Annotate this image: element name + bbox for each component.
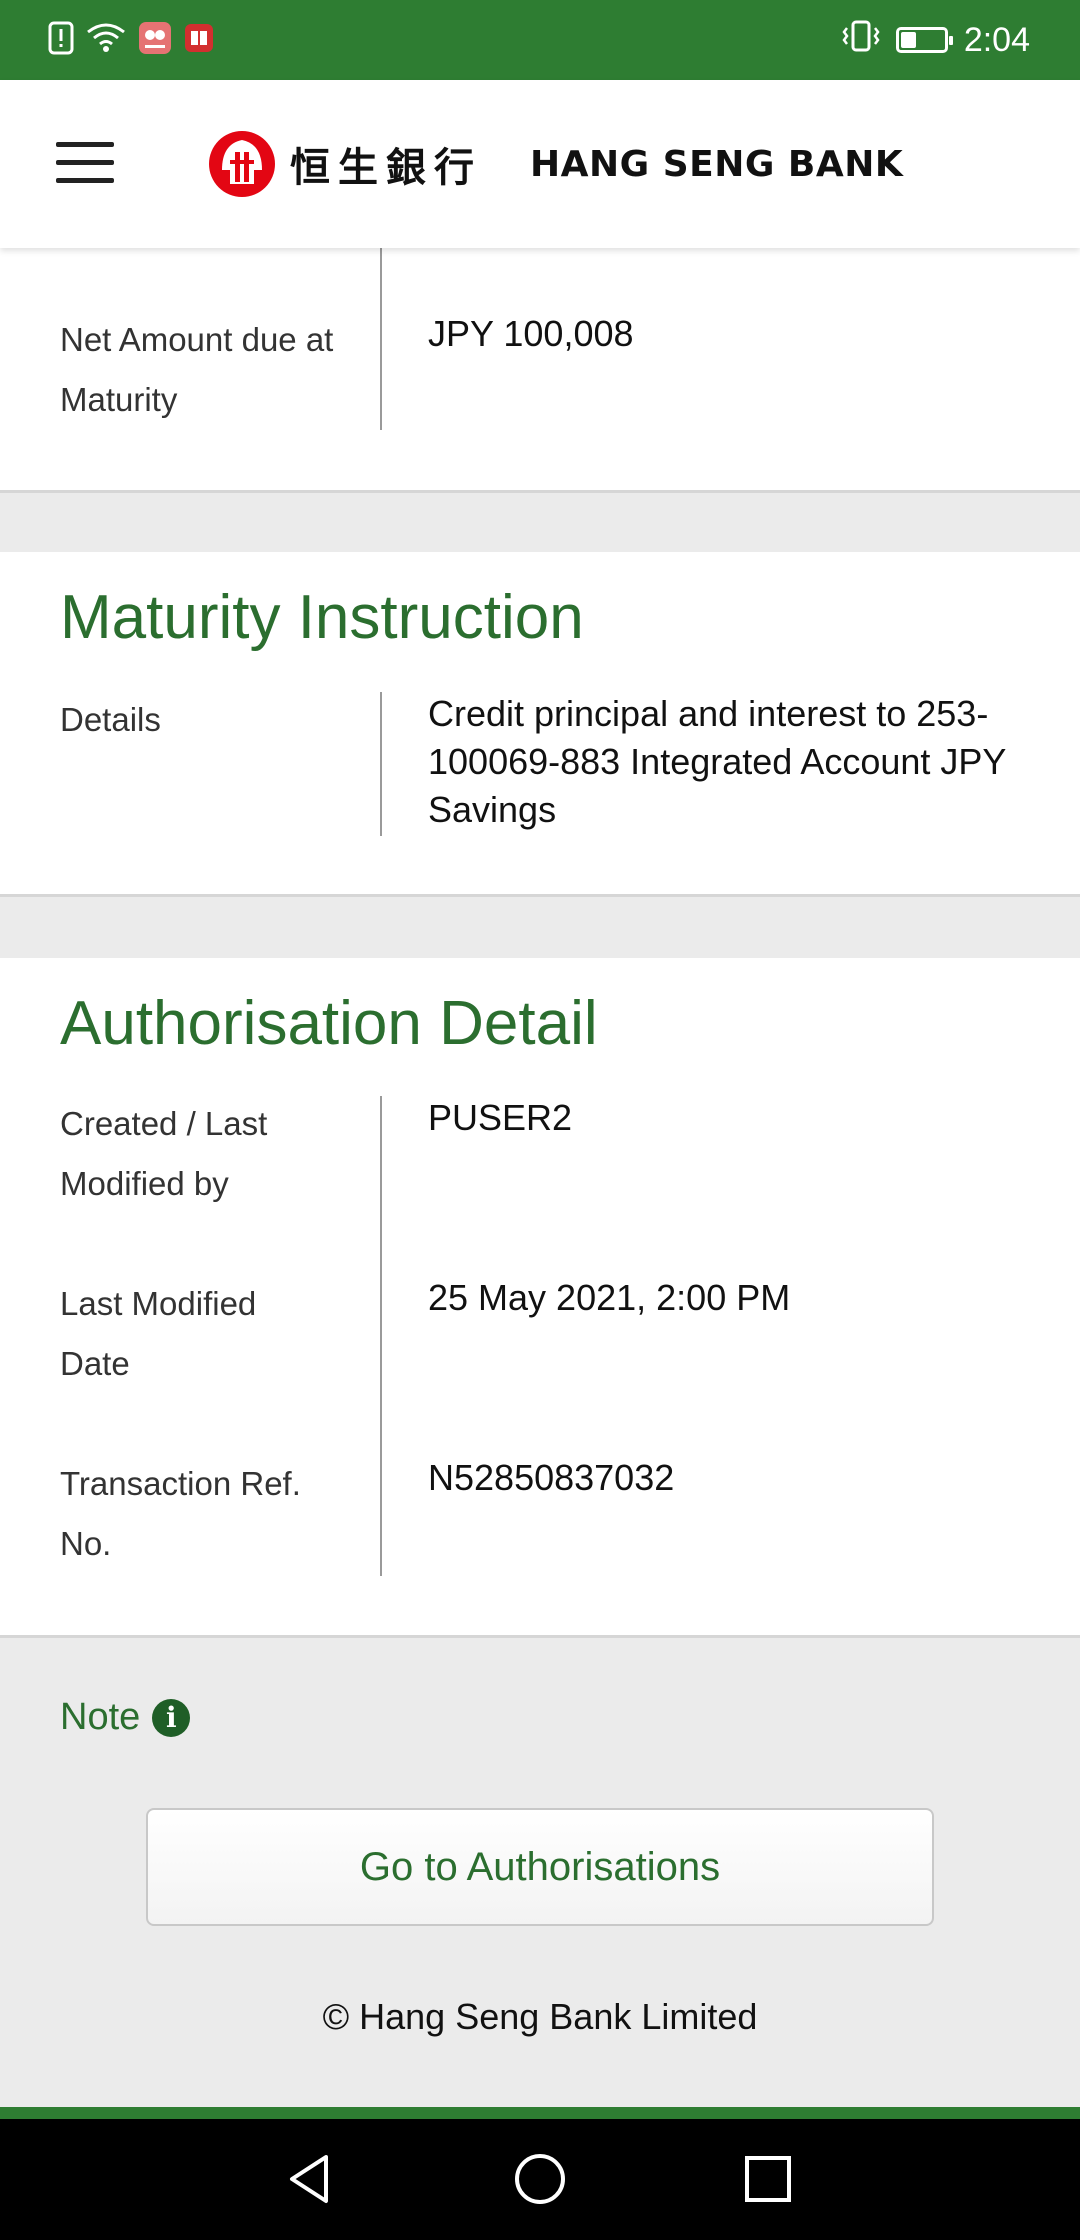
net-amount-value: JPY 100,008 (428, 313, 634, 354)
status-time: 2:04 (963, 20, 1030, 59)
status-bar: 2:04 (0, 0, 1080, 80)
auth-row-label: Last Modified Date (60, 1285, 257, 1382)
note-label: Note (60, 1696, 141, 1738)
column-divider (380, 692, 382, 836)
vibrate-icon (842, 20, 880, 61)
logo-chinese-name: 恒生銀行 (290, 144, 482, 191)
battery-level-fill (900, 32, 916, 48)
home-icon[interactable] (508, 2147, 572, 2211)
maturity-instruction-title: Maturity Instruction (60, 583, 584, 652)
battery-icon (895, 27, 953, 53)
note-link[interactable]: Note i (60, 1696, 191, 1739)
status-bar-notifications (48, 21, 214, 60)
hamburger-menu-icon[interactable] (56, 142, 114, 184)
app-header: 恒生銀行 HANG SENG BANK (0, 80, 1080, 248)
authorisation-detail-title: Authorisation Detail (60, 989, 598, 1058)
huawei-app-icon (138, 21, 172, 60)
status-bar-system: 2:04 (842, 20, 1030, 61)
auth-row-label: Transaction Ref. No. (60, 1465, 301, 1562)
info-icon[interactable]: i (152, 1698, 191, 1737)
logo-english-name: HANG SENG BANK (530, 144, 904, 185)
column-divider (380, 248, 382, 430)
maturity-details-label: Details (60, 701, 161, 738)
auth-row-label: Created / Last Modified by (60, 1105, 268, 1202)
auth-row-value: 25 May 2021, 2:00 PM (428, 1277, 791, 1318)
auth-row-value: N52850837032 (428, 1457, 675, 1498)
system-navigation-bar (0, 2119, 1080, 2240)
maturity-details-value: Credit principal and interest to 253-100… (428, 693, 1006, 830)
copyright-text: © Hang Seng Bank Limited (322, 1996, 758, 2037)
book-app-icon (184, 23, 214, 58)
auth-row-value: PUSER2 (428, 1097, 573, 1138)
column-divider (380, 1096, 382, 1576)
authorisation-detail-panel: Authorisation Detail Created / Last Modi… (0, 958, 1080, 1638)
recents-icon[interactable] (736, 2147, 800, 2211)
wifi-icon (86, 22, 126, 59)
hang-seng-logo-icon (208, 130, 276, 198)
net-amount-label: Net Amount due at Maturity (60, 321, 334, 418)
net-amount-panel: Net Amount due at Maturity JPY 100,008 (0, 248, 1080, 493)
maturity-instruction-panel: Maturity Instruction Details Credit prin… (0, 552, 1080, 897)
alert-icon (48, 21, 74, 60)
go-to-authorisations-button[interactable]: Go to Authorisations (146, 1808, 934, 1926)
footer-accent-strip (0, 2107, 1080, 2119)
back-icon[interactable] (278, 2147, 342, 2211)
